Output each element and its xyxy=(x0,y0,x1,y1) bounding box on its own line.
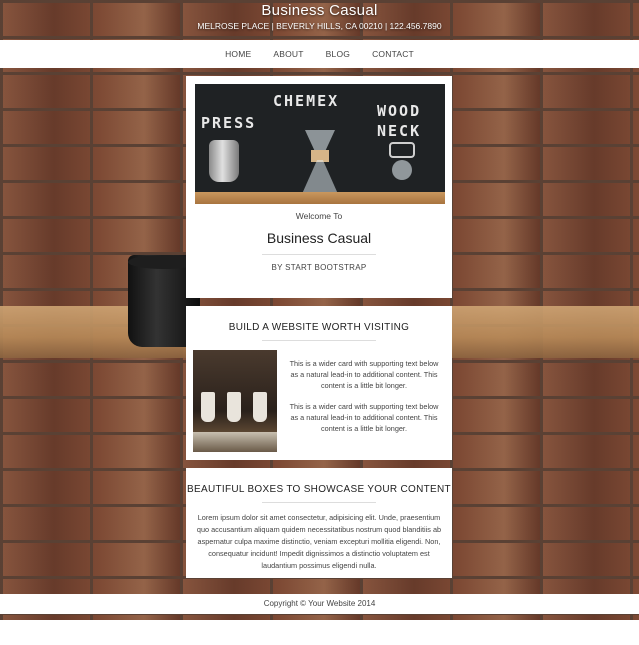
image-word-press: PRESS xyxy=(201,114,257,132)
feature-paragraph: This is a wider card with supporting tex… xyxy=(289,402,439,433)
footer: Copyright © Your Website 2014 xyxy=(0,594,639,614)
copyright-text: Copyright © Your Website 2014 xyxy=(263,599,376,608)
woodneck-shape xyxy=(389,142,415,182)
intro-card: CHEMEX PRESS WOOD NECK Welcome To Busine… xyxy=(186,76,452,298)
site-title: Business Casual xyxy=(261,2,378,19)
feature-paragraph: This is a wider card with supporting tex… xyxy=(289,359,439,390)
feature-card: BUILD A WEBSITE WORTH VISITING This is a… xyxy=(186,306,452,460)
nav-contact[interactable]: CONTACT xyxy=(372,49,414,59)
welcome-text: Welcome To xyxy=(295,211,343,221)
nav-blog[interactable]: BLOG xyxy=(326,49,350,59)
espresso-glasses-photo xyxy=(193,350,277,452)
intro-title: Business Casual xyxy=(266,230,372,246)
nav-home[interactable]: HOME xyxy=(225,49,251,59)
address-line: MELROSE PLACE | BEVERLY HILLS, CA 00210 … xyxy=(197,21,442,31)
divider xyxy=(262,340,376,341)
image-word-wood: WOOD xyxy=(377,102,422,120)
divider xyxy=(262,254,376,255)
nav-about[interactable]: ABOUT xyxy=(273,49,303,59)
main-navbar: HOME ABOUT BLOG CONTACT xyxy=(0,40,639,68)
kettle-shape xyxy=(209,140,239,182)
boxes-body-text: Lorem ipsum dolor sit amet consectetur, … xyxy=(196,513,442,570)
boxes-card: BEAUTIFUL BOXES TO SHOWCASE YOUR CONTENT… xyxy=(186,468,452,578)
image-word-chemex: CHEMEX xyxy=(273,92,340,110)
feature-title: BUILD A WEBSITE WORTH VISITING xyxy=(228,322,410,333)
chemex-shape xyxy=(299,130,341,196)
image-word-neck: NECK xyxy=(377,122,422,140)
boxes-title: BEAUTIFUL BOXES TO SHOWCASE YOUR CONTENT xyxy=(187,484,451,495)
divider xyxy=(262,502,376,503)
coffee-equipment-photo: CHEMEX PRESS WOOD NECK xyxy=(195,84,445,204)
wood-counter xyxy=(195,192,445,204)
page-bottom xyxy=(0,620,639,645)
byline-text: BY START BOOTSTRAP xyxy=(271,263,367,272)
